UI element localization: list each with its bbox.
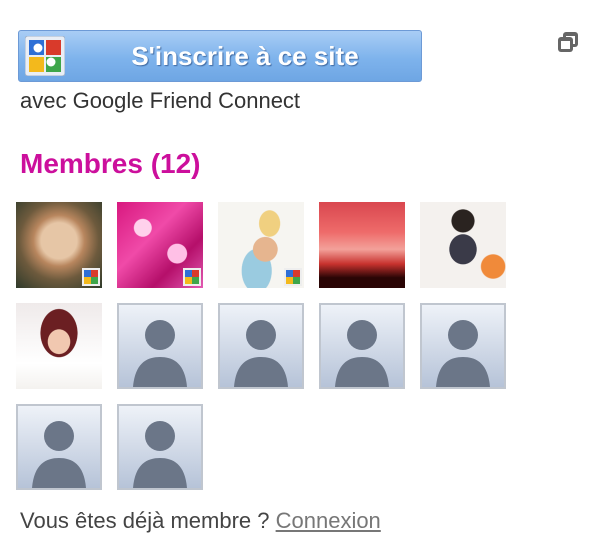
person-silhouette-icon (133, 320, 187, 387)
already-member-text: Vous êtes déjà membre ? (20, 508, 270, 533)
signup-button-label: S'inscrire à ce site (131, 40, 359, 71)
signup-subtitle: avec Google Friend Connect (20, 88, 301, 113)
member-avatar[interactable] (218, 202, 304, 288)
person-silhouette-icon (234, 320, 288, 387)
member-avatar-default[interactable] (218, 303, 304, 389)
member-avatar-default[interactable] (16, 404, 102, 490)
person-silhouette-icon (335, 320, 389, 387)
signin-link[interactable]: Connexion (276, 508, 381, 533)
member-avatar[interactable] (16, 202, 102, 288)
member-avatar[interactable] (420, 202, 506, 288)
person-silhouette-icon (436, 320, 490, 387)
member-avatar[interactable] (319, 202, 405, 288)
member-avatar-default[interactable] (319, 303, 405, 389)
member-avatar-default[interactable] (420, 303, 506, 389)
member-avatar-default[interactable] (117, 404, 203, 490)
person-silhouette-icon (32, 421, 86, 488)
google-badge-icon (183, 268, 201, 286)
member-avatar[interactable] (117, 202, 203, 288)
google-badge-icon (284, 268, 302, 286)
google-badge-icon (82, 268, 100, 286)
member-avatar[interactable] (16, 303, 102, 389)
signup-button[interactable]: S'inscrire à ce site (18, 30, 422, 82)
google-friend-connect-icon (25, 36, 65, 76)
person-silhouette-icon (133, 421, 187, 488)
member-grid (16, 202, 516, 490)
signin-prompt: Vous êtes déjà membre ? Connexion (20, 508, 381, 534)
popout-window-icon[interactable] (556, 30, 580, 54)
members-title: Membres (12) (20, 148, 201, 179)
member-avatar-default[interactable] (117, 303, 203, 389)
